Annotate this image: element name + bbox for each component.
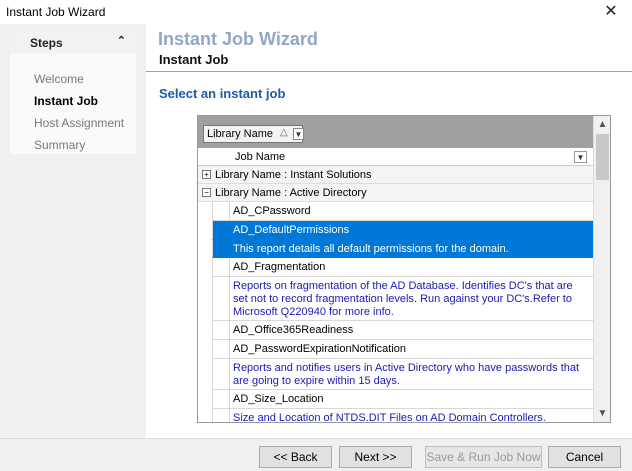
group-row-label: Library Name : Instant Solutions [215,169,372,181]
expand-icon[interactable]: + [202,170,211,179]
window-title: Instant Job Wizard [6,5,106,19]
back-button[interactable]: << Back [259,446,332,468]
table-row[interactable]: AD_PasswordExpirationNotification [212,340,593,359]
job-description-cell: This report details all default permissi… [233,243,509,255]
group-row-active-directory[interactable]: − Library Name : Active Directory [198,184,593,202]
step-welcome: Welcome [34,72,84,86]
table-row[interactable]: AD_Office365Readiness [212,321,593,340]
job-name-cell: AD_PasswordExpirationNotification [233,343,407,355]
table-row-description[interactable]: Size and Location of NTDS.DIT Files on A… [212,409,593,423]
table-row[interactable]: AD_Fragmentation [212,258,593,277]
steps-sidebar: Steps ⌃ Welcome Instant Job Host Assignm… [0,24,146,438]
steps-header[interactable]: Steps ⌃ [10,30,136,54]
chip-dropdown-icon[interactable]: ▼ [293,128,304,140]
step-summary: Summary [34,138,86,152]
group-row-label: Library Name : Active Directory [215,187,367,199]
sort-ascending-icon[interactable]: △ [280,127,288,138]
table-row-description[interactable]: Reports on fragmentation of the AD Datab… [212,277,593,321]
chevron-up-icon[interactable]: ⌃ [117,34,126,47]
job-description-cell: Size and Location of NTDS.DIT Files on A… [233,412,546,423]
job-name-cell: AD_Office365Readiness [233,324,354,336]
group-row-instant-solutions[interactable]: + Library Name : Instant Solutions [198,166,593,184]
step-host-assignment: Host Assignment [34,116,125,130]
steps-header-label: Steps [30,36,63,50]
job-name-cell: AD_DefaultPermissions [233,224,350,236]
job-description-cell: Reports on fragmentation of the AD Datab… [233,280,573,318]
group-by-area: Library Name △ ▼ [198,116,593,148]
job-name-cell: AD_Size_Location [233,393,324,405]
collapse-icon[interactable]: − [202,188,211,197]
save-run-button[interactable]: Save & Run Job Now [425,446,542,468]
group-by-chip[interactable]: Library Name △ ▼ [203,125,304,143]
next-button[interactable]: Next >> [339,446,412,468]
vertical-scrollbar[interactable]: ▲ ▼ [593,116,610,422]
table-row[interactable]: AD_CPassword [212,202,593,221]
table-row[interactable]: AD_Size_Location [212,390,593,409]
job-description-cell: Reports and notifies users in Active Dir… [233,362,580,387]
job-name-cell: AD_CPassword [233,205,311,217]
column-header-label: Job Name [235,151,286,163]
wizard-subtitle: Instant Job [159,52,229,67]
wizard-title: Instant Job Wizard [158,29,318,49]
title-bar: Instant Job Wizard ✕ [0,0,632,24]
cancel-button[interactable]: Cancel [548,446,621,468]
instant-job-grid[interactable]: Library Name △ ▼ Job Name ▼ + Library Na… [197,115,611,423]
wizard-footer: << Back Next >> Save & Run Job Now Cance… [0,438,632,471]
section-title: Select an instant job [159,86,286,101]
scroll-down-icon[interactable]: ▼ [594,405,610,422]
scroll-thumb[interactable] [596,134,609,180]
column-header-job-name[interactable]: Job Name ▼ [198,148,593,166]
group-by-chip-label: Library Name [207,128,274,140]
table-row-description[interactable]: Reports and notifies users in Active Dir… [212,359,593,390]
table-row-selected[interactable]: AD_DefaultPermissions [212,221,593,240]
wizard-header: Instant Job Wizard Instant Job [146,24,632,72]
step-instant-job: Instant Job [34,94,99,108]
steps-panel: Steps ⌃ Welcome Instant Job Host Assignm… [10,30,136,154]
close-icon[interactable]: ✕ [600,2,622,22]
table-row-description[interactable]: This report details all default permissi… [212,240,593,258]
job-name-cell: AD_Fragmentation [233,261,326,273]
scroll-up-icon[interactable]: ▲ [594,116,610,133]
column-filter-dropdown-icon[interactable]: ▼ [574,151,587,163]
